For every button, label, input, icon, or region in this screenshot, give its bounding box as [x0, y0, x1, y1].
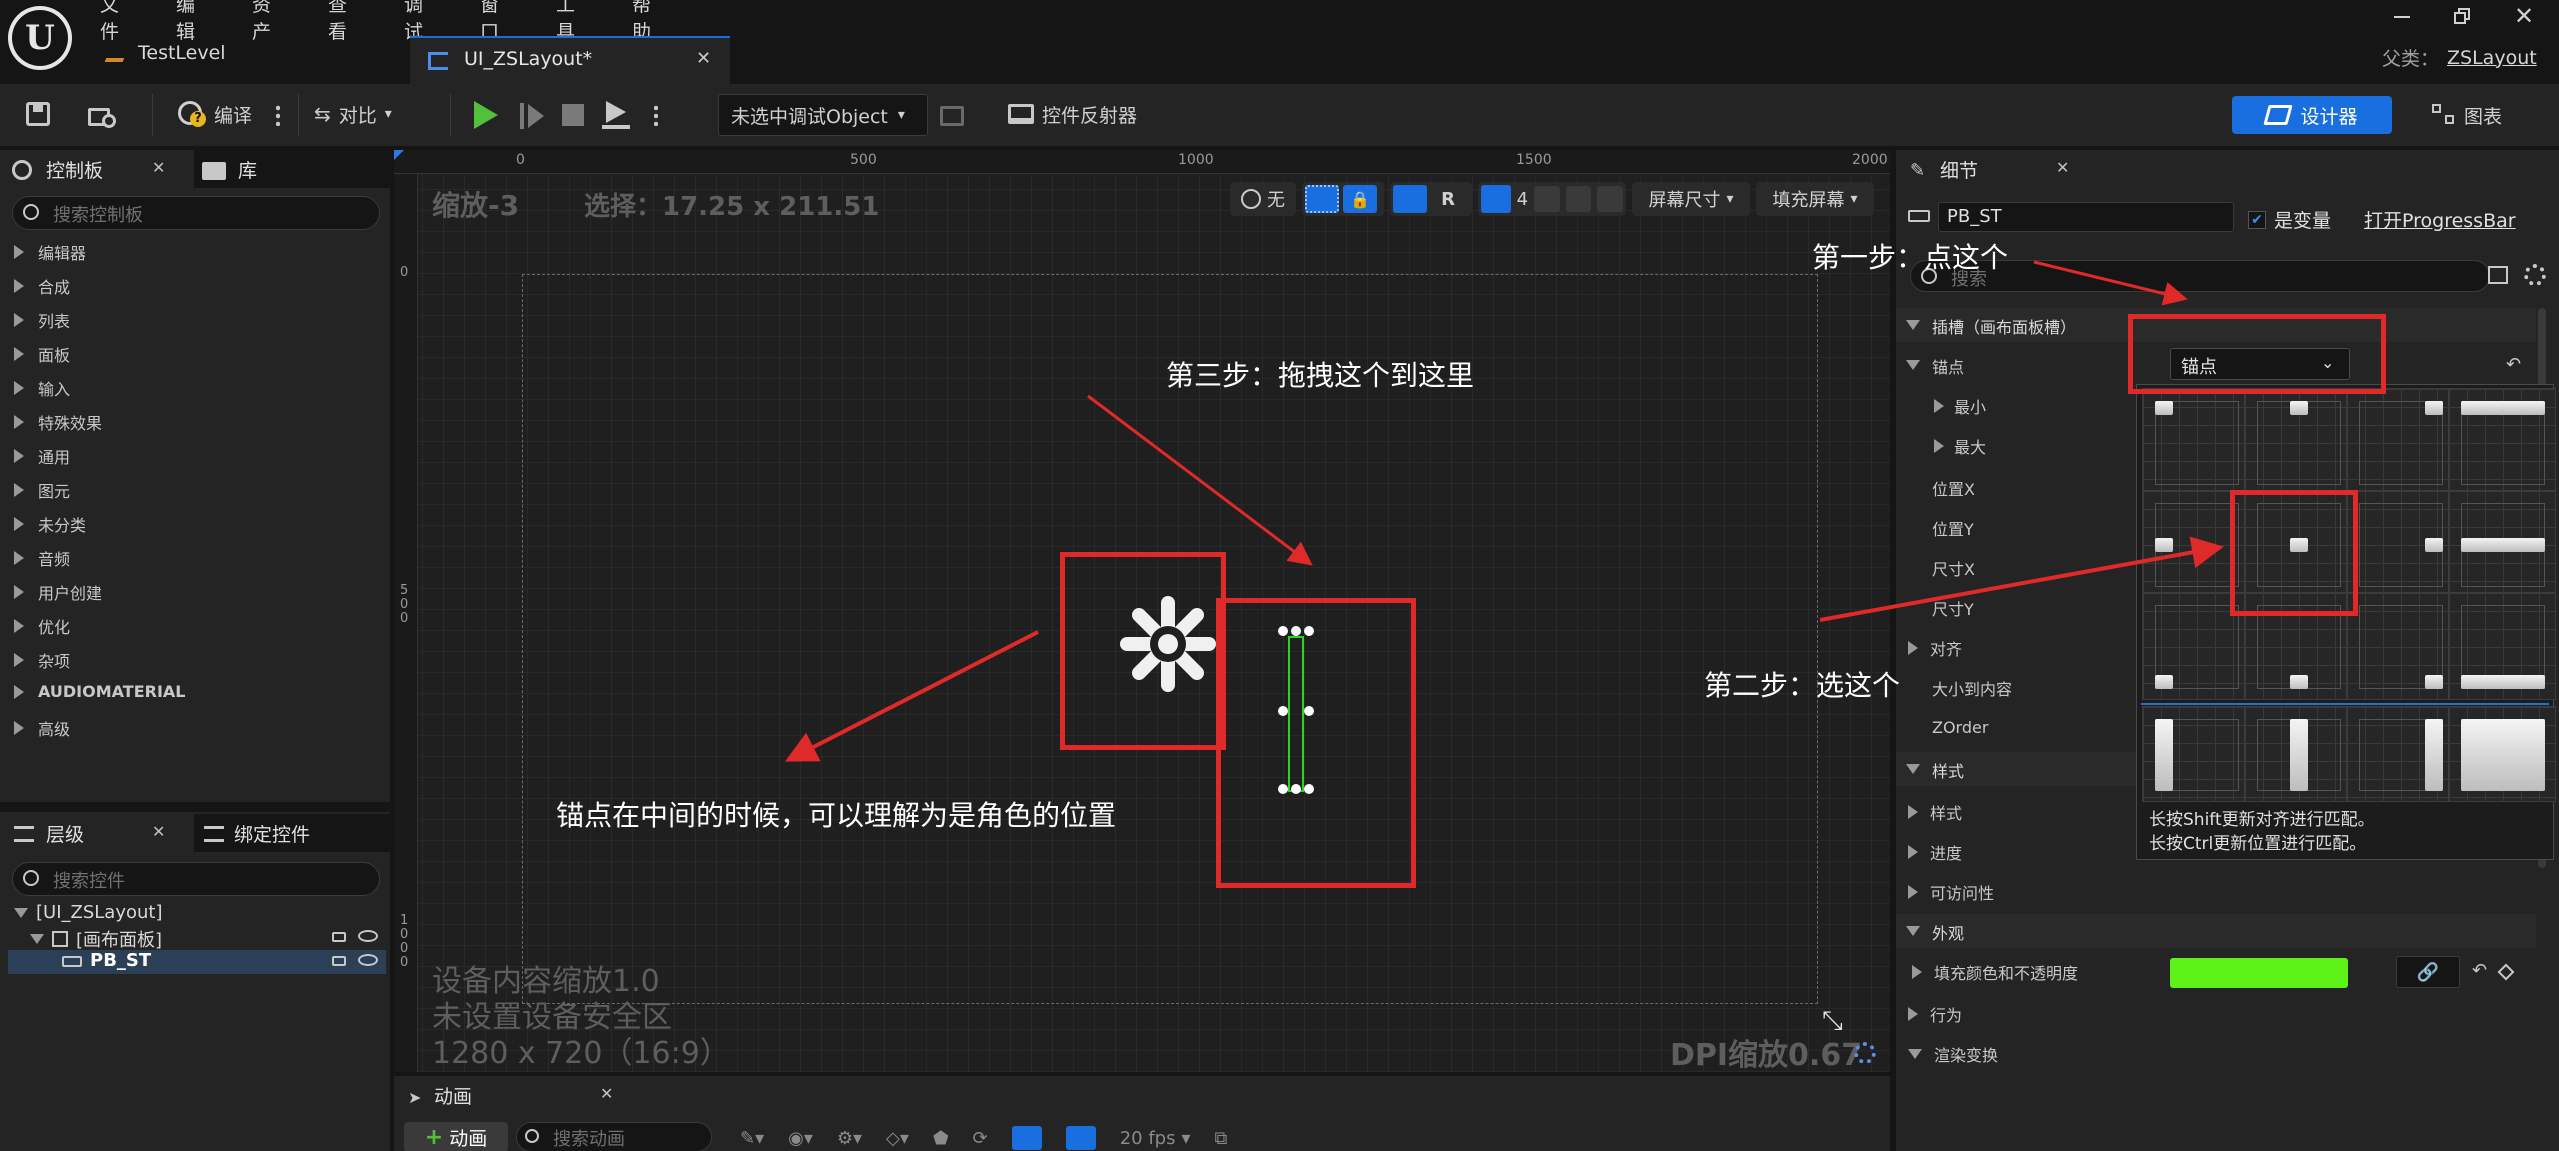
- annotation-step3: 第三步：拖拽这个到这里: [1166, 359, 1475, 392]
- arrow-step1: [2033, 260, 2188, 306]
- arrow-note: [784, 630, 1039, 762]
- annotation-arrows: [784, 260, 2224, 762]
- arrow-step3: [1087, 394, 1313, 566]
- annotation-note: 锚点在中间的时候，可以理解为是角色的位置: [556, 799, 1117, 832]
- annotation-step2: 第二步：选这个: [1704, 669, 1901, 702]
- unreal-editor-window: U 文件 编辑 资产 查看 调试 窗口 工具 帮助 ✕ TestLevel UI…: [0, 0, 2559, 1151]
- arrow-step2: [1819, 536, 2224, 622]
- annotation-step1: 第一步：点这个: [1812, 241, 2009, 274]
